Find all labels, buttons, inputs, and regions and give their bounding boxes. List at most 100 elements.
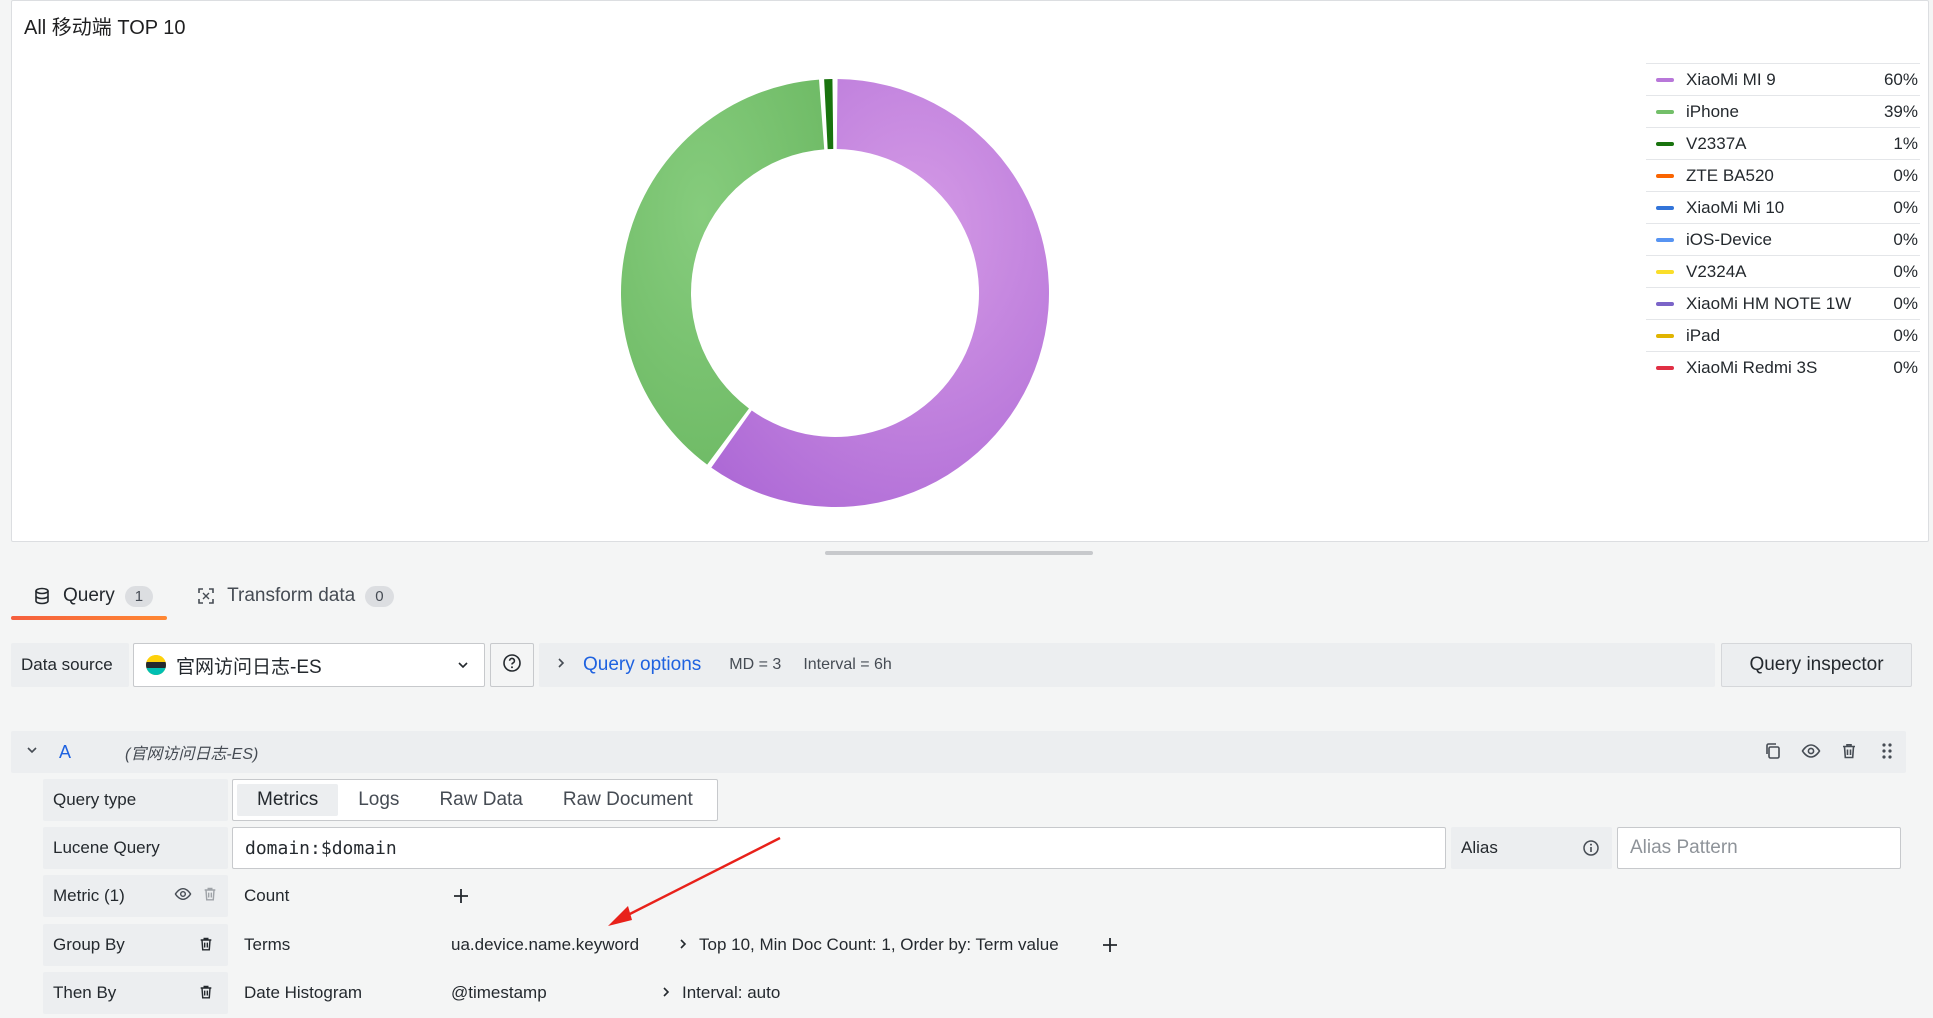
legend-item[interactable]: iOS-Device 0% xyxy=(1646,223,1920,255)
query-type-raw-data[interactable]: Raw Data xyxy=(419,784,542,816)
legend-swatch xyxy=(1656,141,1674,146)
legend-label: XiaoMi MI 9 xyxy=(1686,69,1776,89)
legend-swatch xyxy=(1656,301,1674,306)
legend-swatch xyxy=(1656,109,1674,114)
group-by-options[interactable]: Top 10, Min Doc Count: 1, Order by: Term… xyxy=(665,924,1084,966)
alias-pattern-input[interactable]: Alias Pattern xyxy=(1617,827,1901,869)
query-toolbar: Data source 官网访问日志-ES Query options MD =… xyxy=(11,643,1921,687)
tab-transform-data[interactable]: Transform data 0 xyxy=(175,574,407,618)
drag-handle-icon[interactable] xyxy=(1876,740,1898,762)
lucene-query-input[interactable]: domain:$domain xyxy=(232,827,1446,869)
tab-query[interactable]: Query 1 xyxy=(11,574,168,620)
legend-item[interactable]: V2324A 0% xyxy=(1646,255,1920,287)
max-data-points: MD = 3 xyxy=(729,656,782,673)
legend-label: V2324A xyxy=(1686,261,1747,281)
legend-item[interactable]: iPhone 39% xyxy=(1646,95,1920,127)
query-inspector-button[interactable]: Query inspector xyxy=(1721,643,1912,687)
datasource-picker[interactable]: 官网访问日志-ES xyxy=(133,643,485,687)
legend-label: V2337A xyxy=(1686,133,1747,153)
lucene-query-label: Lucene Query xyxy=(43,827,228,869)
legend-label: iPad xyxy=(1686,325,1721,345)
pane-splitter-handle[interactable] xyxy=(825,551,1093,555)
query-options-bar[interactable]: Query options MD = 3 Interval = 6h xyxy=(539,643,1715,687)
chevron-right-icon xyxy=(660,983,672,1003)
legend-value: 0% xyxy=(1893,197,1918,217)
trash-icon[interactable] xyxy=(1838,740,1860,762)
datasource-value: 官网访问日志-ES xyxy=(176,656,322,678)
trash-icon[interactable] xyxy=(202,886,218,907)
query-type-logs[interactable]: Logs xyxy=(338,784,419,816)
legend-label: iOS-Device xyxy=(1686,229,1772,249)
tab-transform-label: Transform data xyxy=(227,585,356,606)
then-by-label: Then By xyxy=(43,972,228,1014)
legend-label: XiaoMi Mi 10 xyxy=(1686,197,1785,217)
group-by-field-select[interactable]: ua.device.name.keyword xyxy=(439,924,660,966)
question-circle-icon xyxy=(502,653,522,678)
trash-icon[interactable] xyxy=(198,984,214,1005)
add-group-by-plus-icon[interactable] xyxy=(1099,934,1121,956)
chevron-down-icon xyxy=(456,656,470,678)
metric-label-text: Metric (1) xyxy=(53,886,125,905)
legend-item[interactable]: XiaoMi Redmi 3S 0% xyxy=(1646,351,1920,383)
legend-value: 0% xyxy=(1893,261,1918,281)
datasource-help-button[interactable] xyxy=(490,643,534,687)
legend-label: XiaoMi Redmi 3S xyxy=(1686,357,1818,377)
query-type-raw-document[interactable]: Raw Document xyxy=(543,784,713,816)
legend-value: 0% xyxy=(1893,229,1918,249)
info-circle-icon[interactable] xyxy=(1582,839,1600,862)
legend-label: iPhone xyxy=(1686,101,1739,121)
duplicate-query-icon[interactable] xyxy=(1762,740,1784,762)
annotation-arrow xyxy=(608,836,781,926)
query-row-actions xyxy=(1762,740,1898,762)
datasource-label: Data source xyxy=(11,643,129,687)
visualization-panel: All 移动端 TOP 10 XiaoMi MI 9 60% iPhone 39% V2… xyxy=(11,0,1929,542)
tab-query-label: Query xyxy=(63,585,115,606)
query-row-header: A (官网访问日志-ES) xyxy=(11,731,1906,773)
legend-item[interactable]: V2337A 1% xyxy=(1646,127,1920,159)
legend-swatch xyxy=(1656,333,1674,338)
group-by-type-select[interactable]: Terms xyxy=(232,924,433,966)
then-by-type-select[interactable]: Date Histogram xyxy=(232,972,433,1014)
add-metric-plus-icon[interactable] xyxy=(450,885,472,907)
pie-slice-iphone[interactable] xyxy=(621,79,825,465)
query-ref-id[interactable]: A xyxy=(59,742,71,763)
legend-item[interactable]: XiaoMi HM NOTE 1W 0% xyxy=(1646,287,1920,319)
collapse-chevron-icon[interactable] xyxy=(25,743,39,762)
trash-icon[interactable] xyxy=(198,936,214,957)
eye-icon[interactable] xyxy=(174,886,192,907)
eye-icon[interactable] xyxy=(1800,740,1822,762)
then-by-label-text: Then By xyxy=(53,983,117,1002)
legend-item[interactable]: ZTE BA520 0% xyxy=(1646,159,1920,191)
legend-item[interactable]: XiaoMi Mi 10 0% xyxy=(1646,191,1920,223)
chevron-right-icon xyxy=(555,656,567,674)
then-by-field-select[interactable]: @timestamp xyxy=(439,972,643,1014)
then-by-options[interactable]: Interval: auto xyxy=(648,972,850,1014)
legend-item[interactable]: iPad 0% xyxy=(1646,319,1920,351)
legend-swatch xyxy=(1656,173,1674,178)
legend-swatch xyxy=(1656,269,1674,274)
group-by-options-text: Top 10, Min Doc Count: 1, Order by: Term… xyxy=(699,935,1059,954)
query-options-link[interactable]: Query options xyxy=(583,654,701,676)
chevron-right-icon xyxy=(677,935,689,955)
donut-chart xyxy=(621,79,1049,507)
legend-swatch xyxy=(1656,77,1674,82)
editor-tabs: Query 1 Transform data 0 xyxy=(11,574,408,620)
legend-value: 0% xyxy=(1893,357,1918,377)
metric-label: Metric (1) xyxy=(43,875,228,917)
query-type-selector: Metrics Logs Raw Data Raw Document xyxy=(232,779,718,821)
legend-swatch xyxy=(1656,237,1674,242)
alias-label: Alias xyxy=(1451,827,1612,869)
pie-slice-v2337a[interactable] xyxy=(824,79,834,150)
metric-type-select[interactable]: Count xyxy=(232,875,433,917)
database-icon xyxy=(31,585,53,607)
metric-actions xyxy=(174,886,218,907)
legend-label: XiaoMi HM NOTE 1W xyxy=(1686,293,1852,313)
legend-swatch xyxy=(1656,205,1674,210)
legend-value: 0% xyxy=(1893,325,1918,345)
legend-value: 0% xyxy=(1893,293,1918,313)
legend-item[interactable]: XiaoMi MI 9 60% xyxy=(1646,63,1920,95)
legend-value: 39% xyxy=(1883,101,1918,121)
group-by-label-text: Group By xyxy=(53,935,125,954)
query-type-metrics[interactable]: Metrics xyxy=(237,784,339,816)
legend-label: ZTE BA520 xyxy=(1686,165,1774,185)
